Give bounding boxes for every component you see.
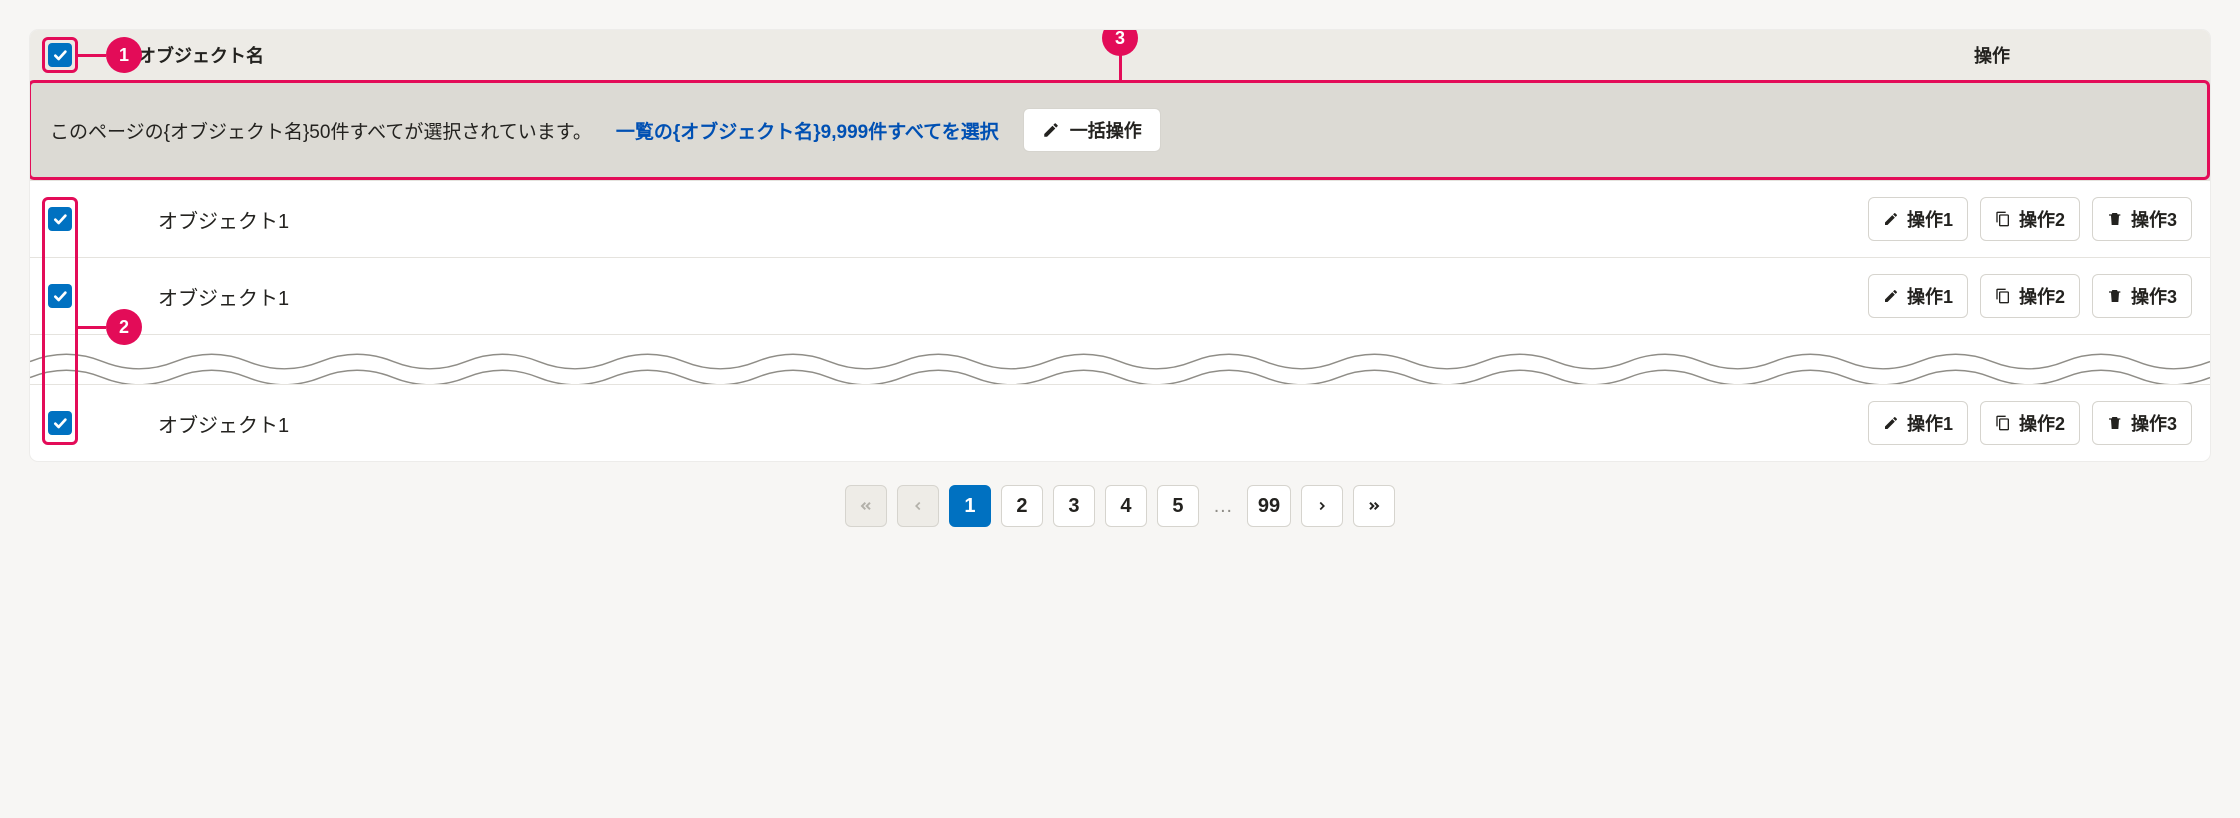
row-op3-button[interactable]: 操作3	[2092, 274, 2192, 318]
row-op2-button[interactable]: 操作2	[1980, 401, 2080, 445]
pencil-icon	[1883, 415, 1899, 431]
copy-icon	[1995, 415, 2011, 431]
row-name: オブジェクト1	[108, 205, 1792, 234]
pencil-icon	[1042, 121, 1060, 139]
copy-icon	[1995, 211, 2011, 227]
row-checkbox[interactable]	[48, 411, 72, 435]
trash-icon	[2107, 288, 2123, 304]
row-op1-button[interactable]: 操作1	[1868, 401, 1968, 445]
row-name: オブジェクト1	[108, 409, 1792, 438]
select-all-checkbox[interactable]	[48, 43, 72, 67]
page-number-button[interactable]: 99	[1247, 485, 1291, 527]
annotation-connector	[78, 54, 106, 57]
page-next-button[interactable]	[1301, 485, 1343, 527]
page-number-button[interactable]: 5	[1157, 485, 1199, 527]
data-table: オブジェクト名 操作 このページの{オブジェクト名}50件すべてが選択されていま…	[30, 30, 2210, 461]
table-row: オブジェクト1 操作1 操作2 操作3	[30, 384, 2210, 461]
row-name: オブジェクト1	[108, 282, 1792, 311]
chevron-double-left-icon	[858, 498, 874, 514]
annotation-connector	[1119, 54, 1122, 80]
row-op3-button[interactable]: 操作3	[2092, 197, 2192, 241]
pencil-icon	[1883, 211, 1899, 227]
page-number-button[interactable]: 3	[1053, 485, 1095, 527]
page-last-button[interactable]	[1353, 485, 1395, 527]
column-header-ops: 操作	[1792, 42, 2192, 68]
pagination: 1 2 3 4 5 … 99	[30, 485, 2210, 527]
copy-icon	[1995, 288, 2011, 304]
chevron-left-icon	[911, 499, 925, 513]
row-op2-button[interactable]: 操作2	[1980, 197, 2080, 241]
chevron-double-right-icon	[1366, 498, 1382, 514]
pencil-icon	[1883, 288, 1899, 304]
trash-icon	[2107, 415, 2123, 431]
row-op3-button[interactable]: 操作3	[2092, 401, 2192, 445]
column-header-name: オブジェクト名	[108, 42, 1792, 68]
bulk-selection-text: このページの{オブジェクト名}50件すべてが選択されています。	[50, 117, 592, 144]
page-first-button[interactable]	[845, 485, 887, 527]
table-row: オブジェクト1 操作1 操作2 操作3	[30, 180, 2210, 257]
rows-omitted-separator	[30, 334, 2210, 384]
chevron-right-icon	[1315, 499, 1329, 513]
row-checkbox[interactable]	[48, 284, 72, 308]
page-ellipsis: …	[1209, 495, 1237, 518]
annotation-badge-1: 1	[106, 37, 142, 73]
annotation-badge-2: 2	[106, 309, 142, 345]
table-row: オブジェクト1 操作1 操作2 操作3	[30, 257, 2210, 334]
row-op1-button[interactable]: 操作1	[1868, 197, 1968, 241]
page-number-button[interactable]: 4	[1105, 485, 1147, 527]
annotation-connector	[78, 326, 106, 329]
page-number-button[interactable]: 1	[949, 485, 991, 527]
trash-icon	[2107, 211, 2123, 227]
row-op2-button[interactable]: 操作2	[1980, 274, 2080, 318]
bulk-action-button[interactable]: 一括操作	[1023, 108, 1161, 152]
page-number-button[interactable]: 2	[1001, 485, 1043, 527]
row-checkbox[interactable]	[48, 207, 72, 231]
select-all-pages-link[interactable]: 一覧の{オブジェクト名}9,999件すべてを選択	[616, 117, 999, 144]
bulk-selection-bar: このページの{オブジェクト名}50件すべてが選択されています。 一覧の{オブジェ…	[30, 80, 2210, 180]
page-prev-button[interactable]	[897, 485, 939, 527]
row-op1-button[interactable]: 操作1	[1868, 274, 1968, 318]
